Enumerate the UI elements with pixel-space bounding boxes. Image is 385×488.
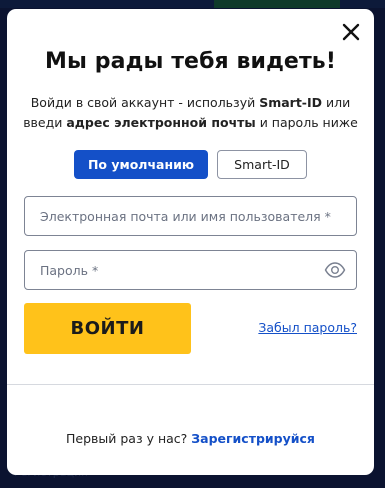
email-field[interactable]: Электронная почта или имя пользователя * — [24, 196, 357, 236]
tab-default[interactable]: По умолчанию — [74, 150, 208, 179]
background-accent — [214, 0, 340, 8]
register-prompt: Первый раз у нас? — [66, 431, 192, 446]
login-method-tabs: По умолчанию Smart-ID — [7, 150, 374, 179]
register-line: Первый раз у нас? Зарегистрируйся — [7, 431, 374, 446]
close-icon[interactable] — [340, 21, 362, 43]
login-button[interactable]: ВОЙТИ — [24, 303, 191, 354]
subtitle-part1: Войди в свой аккаунт - используй — [30, 95, 260, 110]
divider — [7, 384, 374, 385]
modal-subtitle: Войди в свой аккаунт - используй Smart-I… — [21, 93, 360, 133]
password-field[interactable]: Пароль * — [24, 250, 357, 290]
subtitle-email: адрес электронной почты — [66, 115, 256, 130]
forgot-password-link[interactable]: Забыл пароль? — [258, 320, 357, 335]
login-modal: Мы рады тебя видеть! Войди в свой аккаун… — [7, 9, 374, 475]
subtitle-part3: и пароль ниже — [255, 115, 358, 130]
modal-title: Мы рады тебя видеть! — [45, 49, 336, 74]
register-link[interactable]: Зарегистрируйся — [191, 431, 315, 446]
tab-smart-id[interactable]: Smart-ID — [217, 150, 307, 179]
password-placeholder: Пароль * — [40, 262, 99, 278]
eye-icon[interactable] — [324, 262, 346, 278]
email-placeholder: Электронная почта или имя пользователя * — [40, 208, 331, 224]
subtitle-smart-id: Smart-ID — [259, 95, 323, 110]
